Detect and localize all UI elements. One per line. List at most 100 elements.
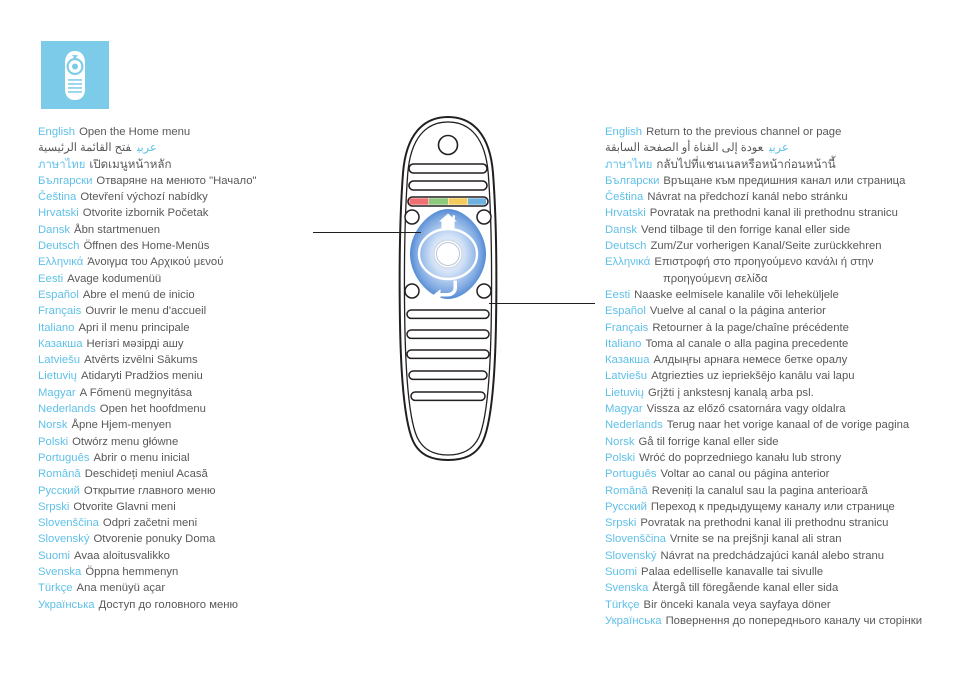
language-label: Italiano	[605, 337, 642, 350]
translation-row: Latviešu Atvērts izvēlni Sākums	[38, 352, 368, 368]
translation-text: กลับไปที่แชนเนลหรือหน้าก่อนหน้านี้	[656, 157, 836, 171]
translation-text: Öppna hemmenyn	[85, 566, 179, 579]
translation-row: Dansk Vend tilbage til den forrige kanal …	[605, 222, 950, 238]
language-label: عربي	[137, 142, 157, 155]
translation-text: Vend tilbage til den forrige kanal eller…	[641, 223, 851, 236]
translation-row: Hrvatski Povratak na prethodni kanal ili …	[605, 205, 950, 221]
language-label: Български	[605, 174, 660, 187]
translation-row: Русский Переход к предыдущему каналу или …	[605, 499, 950, 515]
translation-text: Return to the previous channel or page	[646, 126, 842, 138]
translation-row: Polski Otwórz menu główne	[38, 434, 368, 450]
translation-text: προηγούμενη σελίδα	[663, 272, 768, 285]
translation-text: Reveniți la canalul sau la pagina anteri…	[651, 484, 868, 497]
language-label: Nederlands	[38, 403, 96, 416]
translation-text: Odpri začetni meni	[102, 517, 198, 530]
back-button-callout	[489, 303, 595, 304]
translation-row: Português Abrir o menu inicial	[38, 450, 368, 466]
translation-text: Повернення до попереднього каналу чи сто…	[665, 614, 923, 627]
remote-control-illustration	[383, 113, 513, 468]
language-label: Dansk	[38, 223, 71, 236]
translation-text: Zum/Zur vorherigen Kanal/Seite zurückkeh…	[650, 240, 882, 253]
language-label: English	[605, 126, 643, 138]
translation-row: Slovenščina Odpri začetni meni	[38, 515, 368, 531]
translation-row: Български Връщане към предишния канал или…	[605, 173, 950, 189]
language-label: Казакша	[605, 354, 650, 367]
language-label: Deutsch	[38, 240, 80, 253]
language-label: Slovenščina	[38, 517, 99, 530]
translation-row: English Open the Home menu	[38, 124, 368, 140]
language-label: Eesti	[38, 272, 64, 285]
translation-text: Vissza az előző csatornára vagy oldalra	[646, 403, 846, 416]
translation-text: Επιστροφή στο προηγούμενο κανάλι ή στην	[654, 256, 874, 269]
translation-row: Deutsch Zum/Zur vorherigen Kanal/Seite zu…	[605, 238, 950, 254]
language-label: Español	[605, 305, 646, 318]
translation-text: Deschideți meniul Acasă	[84, 468, 208, 481]
language-label: Čeština	[605, 191, 644, 204]
home-button-callout	[313, 232, 421, 233]
translation-row: Suomi Palaa edelliselle kanavalle tai siv…	[605, 564, 950, 580]
language-label: Svenska	[605, 582, 649, 595]
home-menu-translations: English Open the Home menu عربي فتح القائمة…	[38, 124, 368, 613]
translation-text: Öffnen des Home-Menüs	[83, 240, 210, 253]
translation-row: Русский Открытие главного меню	[38, 483, 368, 499]
translation-text: Ouvrir le menu d'accueil	[85, 305, 207, 318]
translation-row: Slovenský Návrat na predchádzajúci kanál …	[605, 548, 950, 564]
translation-text: Grįžti į ankstesnj kanalą arba psl.	[647, 386, 814, 399]
translation-text: Открытие главного меню	[83, 484, 216, 497]
translation-text: เปิดเมนูหน้าหลัก	[89, 157, 172, 171]
translation-text: Vrnite se na prejšnji kanal ali stran	[669, 533, 842, 546]
translation-row: Español Abre el menú de inicio	[38, 287, 368, 303]
translation-text: Otevření výchozí nabídky	[80, 191, 208, 204]
translation-row: προηγούμενη σελίδα	[605, 271, 950, 287]
language-label: Українська	[605, 614, 662, 627]
language-label: Български	[38, 174, 93, 187]
language-label: Norsk	[605, 435, 635, 448]
language-label: Magyar	[605, 403, 643, 416]
translation-row: Български Отваряне на менюто "Начало"	[38, 173, 368, 189]
translation-row: Magyar A Főmenü megnyitása	[38, 385, 368, 401]
translation-row: Ελληνικά Άνοιγμα του Αρχικού μενού	[38, 254, 368, 270]
translation-text: Open the Home menu	[79, 126, 191, 138]
translation-row: Português Voltar ao canal ou página anter…	[605, 466, 950, 482]
translation-text: Otvorenie ponuky Doma	[93, 533, 216, 546]
language-label: Eesti	[605, 288, 631, 301]
translation-row: Čeština Otevření výchozí nabídky	[38, 189, 368, 205]
translation-text: Voltar ao canal ou página anterior	[660, 468, 830, 481]
translation-text: Návrat na predchádzajúci kanál alebo str…	[660, 549, 885, 562]
translation-text: Abrir o menu inicial	[93, 451, 190, 464]
translation-row: Казакша Алдыңғы арнаға немесе бетке оралу	[605, 352, 950, 368]
translation-text: عودة إلى القناة أو الصفحة السابقة	[605, 142, 764, 155]
translation-text: Otwórz menu główne	[72, 435, 179, 448]
language-label: Lietuvių	[38, 370, 77, 383]
translation-row: Čeština Návrat na předchozí kanál nebo st…	[605, 189, 950, 205]
translation-text: Atvērts izvēlni Sākums	[84, 354, 198, 367]
translation-row: Latviešu Atgriezties uz iepriekšējo kanāl…	[605, 368, 950, 384]
language-label: Română	[605, 484, 648, 497]
translation-row: Norsk Gå til forrige kanal eller side	[605, 434, 950, 450]
translation-row: Deutsch Öffnen des Home-Menüs	[38, 238, 368, 254]
translation-text: Gå til forrige kanal eller side	[638, 435, 779, 448]
translation-row: عربي فتح القائمة الرئيسية	[38, 140, 368, 156]
language-label: Čeština	[38, 191, 77, 204]
translation-row: Italiano Apri il menu principale	[38, 320, 368, 336]
translation-row: Українська Доступ до головного меню	[38, 597, 368, 613]
language-label: Українська	[38, 598, 95, 611]
language-label: Português	[605, 468, 657, 481]
translation-text: Apri il menu principale	[78, 321, 190, 334]
translation-row: Slovenščina Vrnite se na prejšnji kanal a…	[605, 531, 950, 547]
translation-text: Åbn startmenuen	[74, 223, 161, 236]
translation-row: Svenska Öppna hemmenyn	[38, 564, 368, 580]
language-label: Latviešu	[38, 354, 81, 367]
translation-text: Άνοιγμα του Αρχικού μενού	[87, 256, 224, 269]
language-label: Русский	[38, 484, 80, 497]
language-label: Română	[38, 468, 81, 481]
translation-row: Türkçe Bir önceki kanala veya sayfaya dön…	[605, 597, 950, 613]
language-label: Norsk	[38, 419, 68, 432]
translation-row: Nederlands Terug naar het vorige kanaal o…	[605, 417, 950, 433]
translation-row: Slovenský Otvorenie ponuky Doma	[38, 531, 368, 547]
translation-row: Hrvatski Otvorite izbornik Početak	[38, 205, 368, 221]
translation-text: Otvorite Glavni meni	[73, 500, 176, 513]
translation-row: English Return to the previous channel or…	[605, 124, 950, 140]
language-label: Türkçe	[605, 598, 640, 611]
translation-text: Toma al canale o alla pagina precedente	[645, 337, 849, 350]
